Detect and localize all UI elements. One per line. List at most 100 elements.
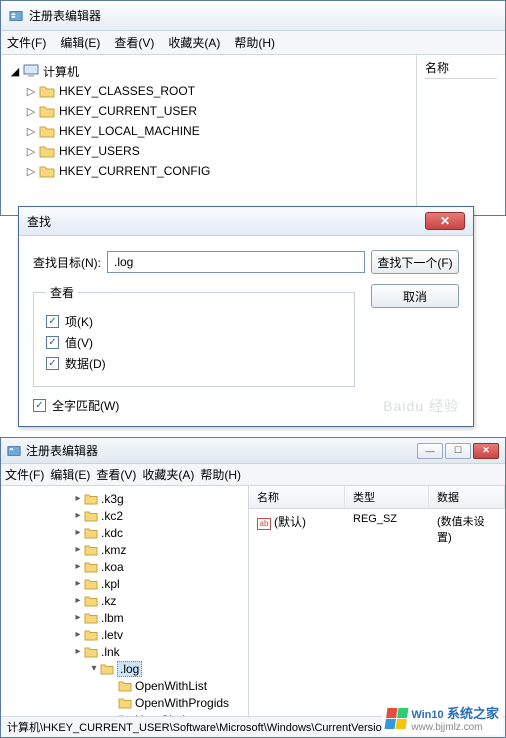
logo-url: www.bjjmlz.com [411,722,499,733]
expander-icon[interactable]: ▸ [73,629,83,640]
titlebar[interactable]: 注册表编辑器 — ☐ ✕ [1,438,505,464]
string-value-icon: ab [257,518,271,530]
tree-item[interactable]: ▸ .kc2 [3,507,246,524]
windows-logo-icon [385,708,409,729]
site-logo-overlay: Win10 系统之家 www.bjjmlz.com [382,701,503,735]
expander-icon[interactable]: ▾ [89,663,99,674]
tree-item[interactable]: ▷ HKEY_CURRENT_USER [7,101,412,121]
tree-label: .kdc [101,526,123,540]
expander-icon[interactable]: ▸ [73,595,83,606]
tree-item[interactable]: ▸.kpl [3,575,246,592]
tree-pane[interactable]: ◢ 计算机 ▷ HKEY_CLASSES_ROOT ▷ HKEY_CURRENT… [1,55,417,215]
menu-help[interactable]: 帮助(H) [234,34,275,51]
tree-item[interactable]: ▸ .lnk [3,643,246,660]
tree-label: .k3g [101,492,124,506]
check-label: 项(K) [65,313,93,330]
column-header-name[interactable]: 名称 [425,59,497,79]
expander-icon[interactable]: ▸ [73,578,83,589]
tree-item[interactable]: ▷ HKEY_LOCAL_MACHINE [7,121,412,141]
tree-root[interactable]: ◢ 计算机 [7,61,412,81]
tree-item[interactable]: ▷ HKEY_CURRENT_CONFIG [7,161,412,181]
tree-label: .kz [101,594,116,608]
folder-icon [39,124,55,138]
check-label: 值(V) [65,334,93,351]
tree-item[interactable]: OpenWithProgids [3,694,246,711]
column-header-data[interactable]: 数据 [429,486,505,508]
menu-help[interactable]: 帮助(H) [200,466,241,483]
dialog-titlebar[interactable]: 查找 ✕ [19,207,473,236]
find-dialog: 查找 ✕ 查找目标(N): 查找下一个(F) 查看 ✓ 项(K) ✓ 值(V) [18,206,474,427]
window-title: 注册表编辑器 [26,442,98,459]
tree-item[interactable]: ▸.letv [3,626,246,643]
check-data[interactable]: ✓ 数据(D) [46,355,342,372]
column-header-name[interactable]: 名称 [249,486,345,508]
tree-item[interactable]: ▸ .koa [3,558,246,575]
check-keys[interactable]: ✓ 项(K) [46,313,342,330]
list-pane[interactable]: 名称 [417,55,505,215]
expander-icon[interactable]: ▸ [73,544,83,555]
close-button[interactable]: ✕ [425,212,465,230]
lookat-group: 查看 ✓ 项(K) ✓ 值(V) ✓ 数据(D) [33,284,355,387]
folder-icon [84,595,98,607]
list-pane[interactable]: 名称 类型 数据 ab(默认) REG_SZ (数值未设置) [249,486,505,716]
expander-icon[interactable]: ▷ [25,85,37,98]
close-icon: ✕ [440,214,450,228]
menu-favorites[interactable]: 收藏夹(A) [142,466,194,483]
tree-item[interactable]: ▷ HKEY_USERS [7,141,412,161]
tree-label: OpenWithList [135,679,207,693]
folder-icon [84,510,98,522]
expander-icon[interactable]: ▸ [73,527,83,538]
menu-edit[interactable]: 编辑(E) [60,34,100,51]
expander-icon[interactable]: ◢ [9,65,21,78]
tree-label: HKEY_CLASSES_ROOT [59,84,195,98]
tree-label: OpenWithProgids [135,696,229,710]
expander-icon[interactable]: ▸ [73,646,83,657]
tree-item[interactable]: UserChoice [3,711,246,716]
regedit-window-top: 注册表编辑器 文件(F) 编辑(E) 查看(V) 收藏夹(A) 帮助(H) ◢ … [0,0,506,216]
expander-icon[interactable]: ▷ [25,105,37,118]
tree-item[interactable]: OpenWithList [3,677,246,694]
expander-icon[interactable]: ▷ [25,165,37,178]
tree-label: .kc2 [101,509,123,523]
menu-edit[interactable]: 编辑(E) [50,466,90,483]
folder-icon [84,629,98,641]
tree-label: HKEY_CURRENT_USER [59,104,197,118]
titlebar[interactable]: 注册表编辑器 [1,1,505,31]
menu-file[interactable]: 文件(F) [5,466,44,483]
menu-view[interactable]: 查看(V) [96,466,136,483]
check-values[interactable]: ✓ 值(V) [46,334,342,351]
folder-icon [84,612,98,624]
tree-item[interactable]: ▸.kmz [3,541,246,558]
tree-pane[interactable]: ▸.k3g▸.kc2▸.kdc▸.kmz▸.koa▸.kpl▸.kz▸.lbm▸… [1,486,249,716]
expander-icon[interactable]: ▷ [25,125,37,138]
column-header-type[interactable]: 类型 [345,486,429,508]
logo-brand-1: Win10 [411,709,443,721]
tree-item[interactable]: ▸ .kdc [3,524,246,541]
expander-icon[interactable]: ▸ [73,493,83,504]
cancel-button[interactable]: 取消 [371,284,459,308]
tree-item[interactable]: ▸.lbm [3,609,246,626]
tree-label: .lnk [101,645,120,659]
list-row[interactable]: ab(默认) REG_SZ (数值未设置) [249,509,505,549]
expander-icon[interactable]: ▷ [25,145,37,158]
close-button[interactable]: ✕ [473,443,499,459]
value-name: (默认) [274,515,306,529]
tree-item[interactable]: ▸ .k3g [3,490,246,507]
expander-icon[interactable]: ▸ [73,561,83,572]
find-target-label: 查找目标(N): [33,254,101,271]
minimize-button[interactable]: — [417,443,443,459]
expander-icon[interactable]: ▸ [73,612,83,623]
check-label: 全字匹配(W) [52,397,119,414]
menu-file[interactable]: 文件(F) [7,34,46,51]
find-target-input[interactable] [107,251,365,273]
tree-label: .koa [101,560,124,574]
find-next-button[interactable]: 查找下一个(F) [371,250,459,274]
folder-icon [84,527,98,539]
tree-item[interactable]: ▾.log [3,660,246,677]
tree-item[interactable]: ▷ HKEY_CLASSES_ROOT [7,81,412,101]
menu-view[interactable]: 查看(V) [114,34,154,51]
menu-favorites[interactable]: 收藏夹(A) [168,34,220,51]
maximize-button[interactable]: ☐ [445,443,471,459]
tree-item[interactable]: ▸ .kz [3,592,246,609]
expander-icon[interactable]: ▸ [73,510,83,521]
